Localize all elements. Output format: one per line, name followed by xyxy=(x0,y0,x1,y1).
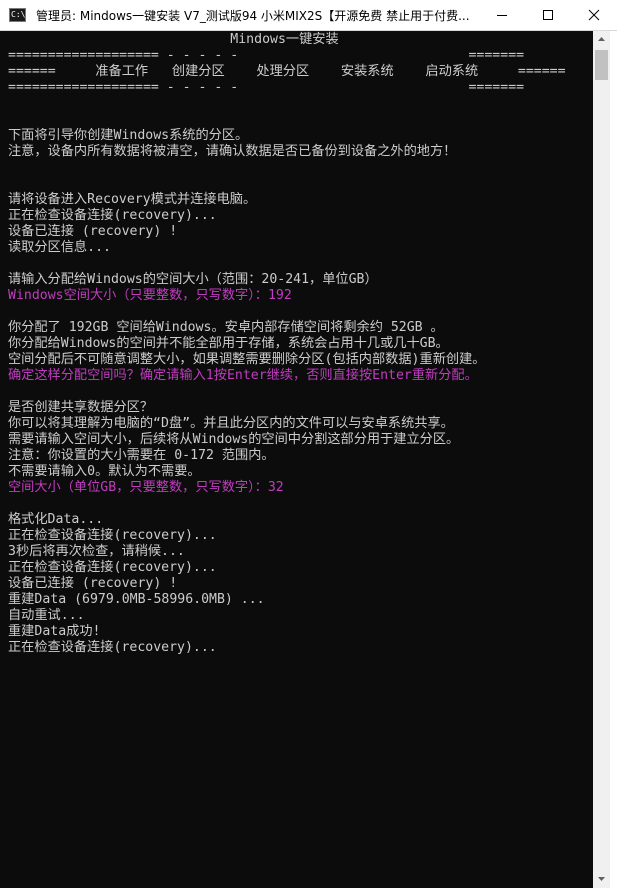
minimize-icon xyxy=(497,15,507,16)
console-line: 设备已连接 (recovery) ! xyxy=(8,224,178,239)
arrow-down-icon xyxy=(598,877,605,881)
console-line: 你分配了 192GB 空间给Windows。安卓内部存储空间将剩余约 52GB … xyxy=(8,320,444,335)
window-border xyxy=(610,31,617,888)
console-line: 注意，设备内所有数据将被清空，请确认数据是否已备份到设备之外的地方！ xyxy=(8,144,457,159)
scroll-up-button[interactable] xyxy=(593,31,610,48)
console-line: =================== - - - - - ======= xyxy=(8,80,525,95)
console-line: 正在检查设备连接(recovery)... xyxy=(8,208,217,223)
console-line: 正在检查设备连接(recovery)... xyxy=(8,640,217,655)
title-bar[interactable]: C:\ 管理员: Mindows一键安装 V7_测试版94 小米MIX2S【开源… xyxy=(0,0,617,31)
console-line: 是否创建共享数据分区？ xyxy=(8,400,154,415)
scroll-thumb[interactable] xyxy=(595,50,608,80)
console-line: 重建Data (6979.0MB-58996.0MB) ... xyxy=(8,592,265,607)
close-button[interactable] xyxy=(571,0,617,30)
console-line: 格式化Data... xyxy=(8,512,104,527)
console-line: 注意：你设置的大小需要在 0-172 范围内。 xyxy=(8,448,275,463)
console-line: 设备已连接 (recovery) ! xyxy=(8,576,178,591)
window-title: 管理员: Mindows一键安装 V7_测试版94 小米MIX2S【开源免费 禁… xyxy=(36,9,470,23)
vertical-scrollbar[interactable] xyxy=(593,31,610,888)
close-icon xyxy=(588,9,600,21)
console-line: 确定这样分配空间吗？确定请输入1按Enter继续，否则直接按Enter重新分配。 xyxy=(8,368,478,383)
scroll-down-button[interactable] xyxy=(593,870,610,887)
maximize-button[interactable] xyxy=(525,0,571,30)
minimize-button[interactable] xyxy=(479,0,525,30)
console-output[interactable]: Mindows一键安装 =================== - - - - -… xyxy=(8,31,592,888)
arrow-up-icon xyxy=(598,37,605,41)
console-line: 不需要请输入0。默认为不需要。 xyxy=(8,464,201,479)
console-line: 请输入分配给Windows的空间大小（范围：20-241，单位GB） xyxy=(8,272,378,287)
console-window: C:\ 管理员: Mindows一键安装 V7_测试版94 小米MIX2S【开源… xyxy=(0,0,617,888)
console-line: 读取分区信息... xyxy=(8,240,111,255)
console-line: 下面将引导你创建Windows系统的分区。 xyxy=(8,128,249,143)
console-line: 你可以将其理解为电脑的“D盘”。并且此分区内的文件可以与安卓系统共享。 xyxy=(8,416,454,431)
console-line: Windows空间大小（只要整数，只写数字）：192 xyxy=(8,288,292,303)
maximize-icon xyxy=(543,10,553,20)
console-line: 空间分配后不可随意调整大小，如果调整需要删除分区(包括内部数据)重新创建。 xyxy=(8,352,486,367)
console-line: 正在检查设备连接(recovery)... xyxy=(8,528,217,543)
console-line: 你分配给Windows的空间并不能全部用于存储，系统会占用十几或几十GB。 xyxy=(8,336,449,351)
console-line: 重建Data成功! xyxy=(8,624,101,639)
console-line: =================== - - - - - ======= xyxy=(8,48,525,63)
console-icon[interactable]: C:\ xyxy=(9,8,26,22)
console-line: 空间大小（单位GB，只要整数，只写数字）：32 xyxy=(8,480,284,495)
console-line: 请将设备进入Recovery模式并连接电脑。 xyxy=(8,192,257,207)
console-line: 正在检查设备连接(recovery)... xyxy=(8,560,217,575)
console-line: 自动重试... xyxy=(8,608,85,623)
console-line: 需要请输入空间大小，后续将从Windows的空间中分割这部分用于建立分区。 xyxy=(8,432,460,447)
console-line: 3秒后将再次检查，请稍候... xyxy=(8,544,185,559)
console-line: Mindows一键安装 xyxy=(8,32,339,47)
console-line: ====== 准备工作 创建分区 处理分区 安装系统 启动系统 ====== xyxy=(8,64,566,79)
